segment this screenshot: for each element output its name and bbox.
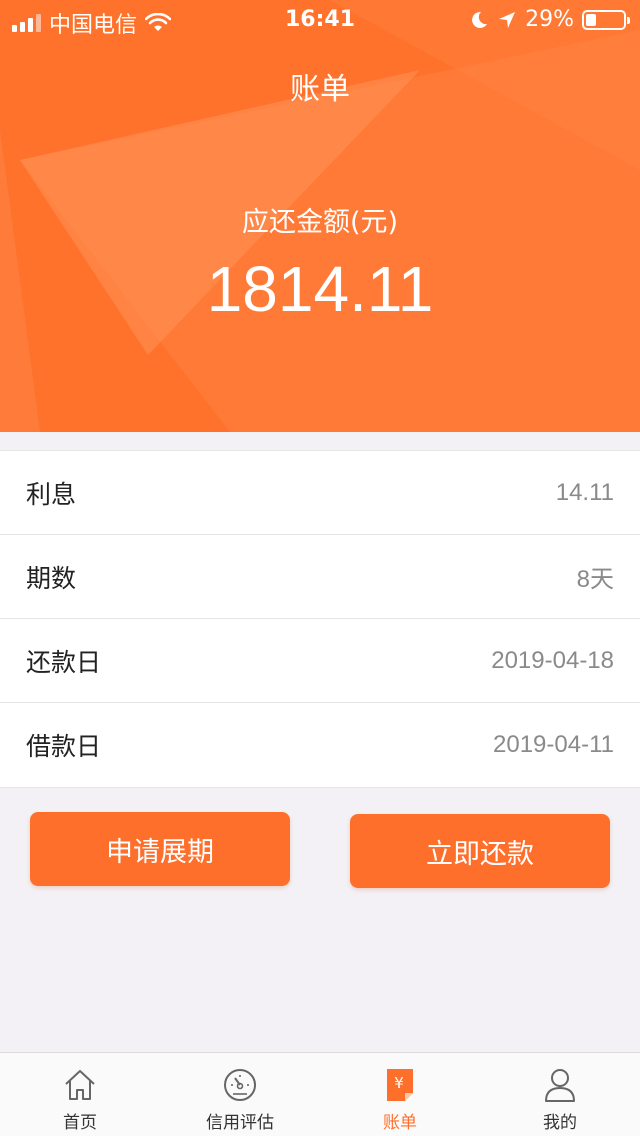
detail-row-interest: 利息 14.11 xyxy=(0,451,640,535)
status-bar: 中国电信 16:41 29% xyxy=(0,0,640,40)
detail-label: 借款日 xyxy=(26,732,102,761)
repay-now-button[interactable]: 立即还款 xyxy=(350,814,610,888)
tab-label: 首页 xyxy=(63,1113,97,1133)
svg-text:¥: ¥ xyxy=(394,1074,404,1092)
screen: 中国电信 16:41 29% 账单 应还金额(元) 1814.11 利息 14.… xyxy=(0,0,640,1136)
location-arrow-icon xyxy=(499,11,516,28)
detail-value: 14.11 xyxy=(555,478,614,506)
tab-bill[interactable]: ¥ 账单 xyxy=(320,1053,480,1136)
tab-label: 信用评估 xyxy=(206,1113,274,1133)
tab-label: 我的 xyxy=(543,1113,577,1133)
battery-icon xyxy=(582,9,630,30)
tab-credit-assessment[interactable]: 信用评估 xyxy=(160,1053,320,1136)
home-icon xyxy=(65,1070,95,1100)
tab-bar: 首页 信用评估 ¥ 账单 我的 xyxy=(0,1052,640,1136)
detail-row-loan-date: 借款日 2019-04-11 xyxy=(0,703,640,787)
detail-value: 8天 xyxy=(576,566,614,593)
detail-row-term: 期数 8天 xyxy=(0,535,640,619)
detail-value: 2019-04-18 xyxy=(491,646,614,674)
detail-label: 期数 xyxy=(26,563,77,593)
bill-details: 利息 14.11 期数 8天 还款日 2019-04-18 借款日 2019-0… xyxy=(0,450,640,788)
header: 中国电信 16:41 29% 账单 应还金额(元) 1814.11 xyxy=(0,0,640,432)
amount-due-label: 应还金额(元) xyxy=(241,207,399,238)
status-right: 29% xyxy=(469,7,630,32)
amount-due-value: 1814.11 xyxy=(206,253,434,325)
tab-home[interactable]: 首页 xyxy=(0,1053,160,1136)
detail-label: 还款日 xyxy=(26,647,102,677)
tab-label: 账单 xyxy=(383,1113,417,1133)
apply-extension-button[interactable]: 申请展期 xyxy=(30,812,290,886)
detail-value: 2019-04-11 xyxy=(493,731,614,758)
detail-row-due-date: 还款日 2019-04-18 xyxy=(0,619,640,703)
page-title: 账单 xyxy=(290,72,350,107)
detail-label: 利息 xyxy=(26,479,77,509)
tab-profile[interactable]: 我的 xyxy=(480,1053,640,1136)
user-icon xyxy=(545,1069,575,1102)
bill-icon: ¥ xyxy=(387,1069,413,1101)
battery-percent: 29% xyxy=(525,7,574,32)
moon-icon xyxy=(472,11,488,28)
gauge-icon xyxy=(224,1069,256,1101)
